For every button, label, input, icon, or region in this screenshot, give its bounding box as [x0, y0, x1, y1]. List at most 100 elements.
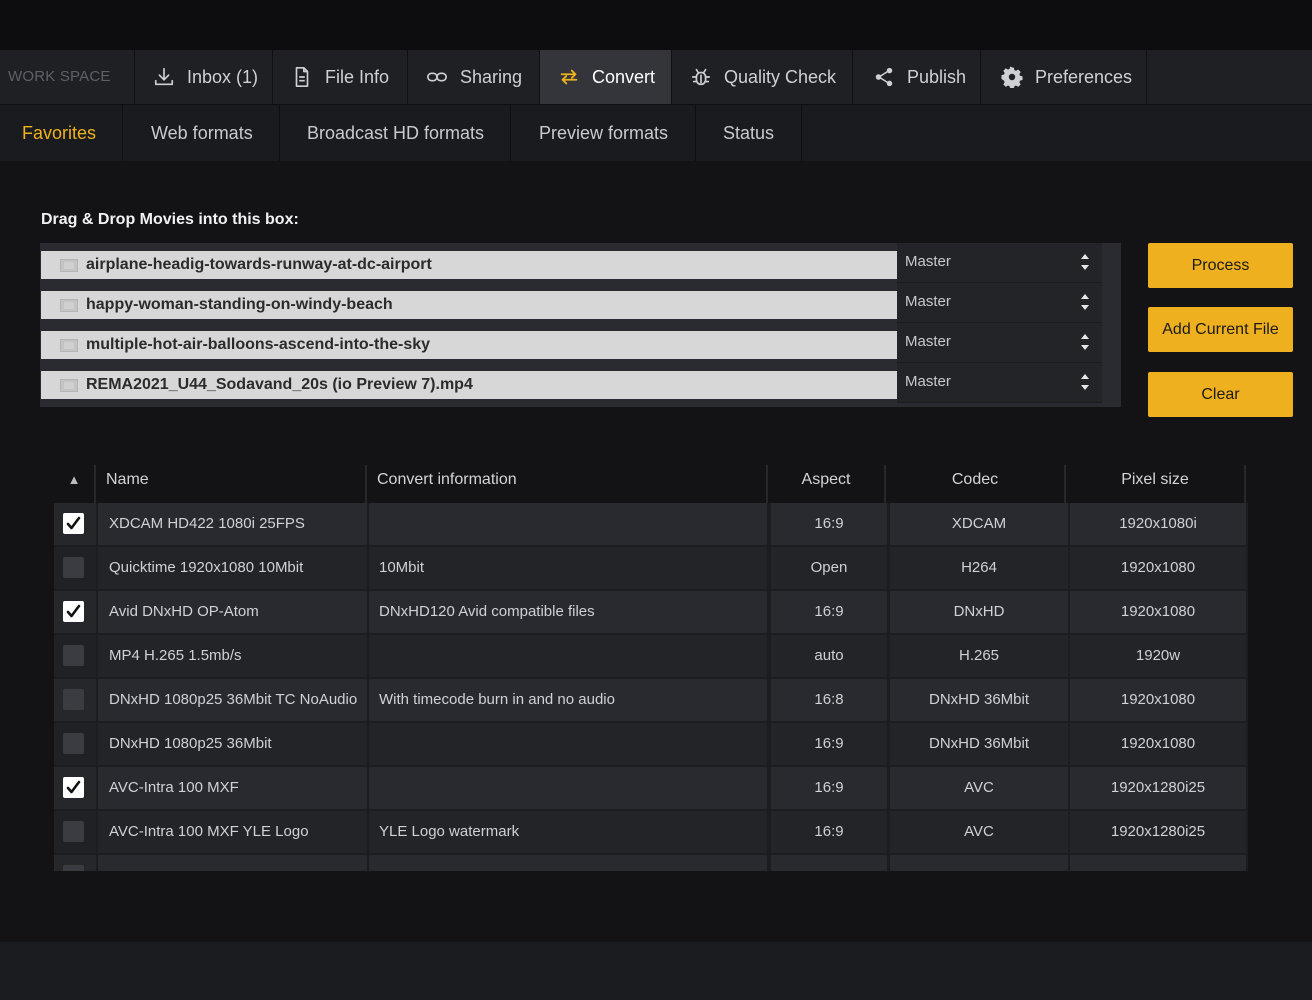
- file-row: multiple-hot-air-balloons-ascend-into-th…: [40, 323, 1102, 363]
- file-name: multiple-hot-air-balloons-ascend-into-th…: [86, 336, 431, 353]
- column-header-pixel-size[interactable]: Pixel size: [1066, 465, 1246, 503]
- table-row[interactable]: XDCAM HD422 1080i 25FPS 16:9 XDCAM 1920x108…: [54, 503, 1248, 547]
- main-nav: WORK SPACE Inbox (1) File Info Sharing C…: [0, 50, 1312, 104]
- convert-arrows-icon: [560, 69, 578, 85]
- subtab-preview-formats[interactable]: Preview formats: [511, 105, 696, 161]
- version-select[interactable]: Master: [897, 243, 1102, 283]
- process-button[interactable]: Process: [1148, 243, 1293, 288]
- cell-name: XDCAM HD422 1080i 25FPS: [98, 503, 367, 545]
- file-name-field[interactable]: REMA2021_U44_Sodavand_20s (io Preview 7)…: [41, 371, 897, 399]
- table-row[interactable]: DNxHD 1080p25 36Mbit TC NoAudio With time…: [54, 679, 1248, 723]
- table-row[interactable]: MP4 H.265 1.5mb/s auto H.265 1920w: [54, 635, 1248, 679]
- updown-arrows-icon: [1081, 254, 1089, 270]
- checkmark-icon: [66, 780, 81, 794]
- cell-convert-info: DNxHD120 Avid compatible files: [369, 591, 767, 633]
- share-icon: [875, 67, 893, 87]
- main-content: Drag & Drop Movies into this box: airpla…: [0, 161, 1312, 942]
- updown-arrows-icon: [1081, 334, 1089, 350]
- cell-codec: DNxHD 36Mbit: [890, 679, 1068, 721]
- subtab-favorites[interactable]: Favorites: [0, 105, 123, 161]
- row-checkbox[interactable]: [63, 733, 84, 754]
- file-name-field[interactable]: airplane-headig-towards-runway-at-dc-air…: [41, 251, 897, 279]
- checkbox-cell: [54, 591, 96, 633]
- cell-aspect: 16:9: [771, 767, 887, 809]
- cell-pixel-size: 1920x1280i25: [1070, 767, 1246, 809]
- file-row: REMA2021_U44_Sodavand_20s (io Preview 7)…: [40, 363, 1102, 403]
- tab-preferences[interactable]: Preferences: [981, 50, 1147, 104]
- tab-file-info[interactable]: File Info: [273, 50, 408, 104]
- cell-aspect: 16:9: [771, 811, 887, 853]
- cell-convert-info: [369, 503, 767, 545]
- sort-indicator-icon[interactable]: ▲: [54, 465, 96, 503]
- table-row[interactable]: Avid DNxHD OP-Atom DNxHD120 Avid compatib…: [54, 591, 1248, 635]
- cell-pixel-size: 1920x1080i: [1070, 503, 1246, 545]
- version-value: Master: [905, 253, 951, 270]
- file-name: airplane-headig-towards-runway-at-dc-air…: [86, 256, 432, 273]
- tab-convert[interactable]: Convert: [540, 50, 672, 104]
- workspace-label: WORK SPACE: [0, 50, 135, 104]
- column-header-codec[interactable]: Codec: [886, 465, 1066, 503]
- table-row[interactable]: AVC-Intra 100 MXF YLE Logo YLE Logo water…: [54, 811, 1248, 855]
- row-checkbox[interactable]: [63, 865, 84, 871]
- table-row[interactable]: Quicktime 1920x1080 10Mbit 10Mbit Open H264…: [54, 547, 1248, 591]
- cell-aspect: Open: [771, 547, 887, 589]
- row-checkbox[interactable]: [63, 821, 84, 842]
- cell-pixel-size: 1920x1080: [1070, 679, 1246, 721]
- version-value: Master: [905, 373, 951, 390]
- table-row[interactable]: [54, 855, 1248, 871]
- version-select[interactable]: Master: [897, 283, 1102, 323]
- cell-codec: XDCAM: [890, 503, 1068, 545]
- tab-quality-check[interactable]: Quality Check: [672, 50, 853, 104]
- file-name-field[interactable]: multiple-hot-air-balloons-ascend-into-th…: [41, 331, 897, 359]
- subtab-status[interactable]: Status: [696, 105, 802, 161]
- cell-convert-info: [369, 767, 767, 809]
- drop-zone[interactable]: airplane-headig-towards-runway-at-dc-air…: [40, 243, 1121, 407]
- file-name: happy-woman-standing-on-windy-beach: [86, 296, 393, 313]
- tab-sharing[interactable]: Sharing: [408, 50, 540, 104]
- table-row[interactable]: AVC-Intra 100 MXF 16:9 AVC 1920x1280i25: [54, 767, 1248, 811]
- row-checkbox[interactable]: [63, 557, 84, 578]
- cell-pixel-size: [1070, 855, 1246, 871]
- checkbox-cell: [54, 679, 96, 721]
- film-icon: [60, 338, 78, 352]
- file-name-field[interactable]: happy-woman-standing-on-windy-beach: [41, 291, 897, 319]
- row-checkbox[interactable]: [63, 601, 84, 622]
- cell-convert-info: With timecode burn in and no audio: [369, 679, 767, 721]
- version-select[interactable]: Master: [897, 363, 1102, 403]
- clear-button[interactable]: Clear: [1148, 372, 1293, 417]
- cell-pixel-size: 1920x1080: [1070, 547, 1246, 589]
- tab-publish-label: Publish: [907, 66, 967, 87]
- row-checkbox[interactable]: [63, 777, 84, 798]
- cell-codec: H.265: [890, 635, 1068, 677]
- bug-icon: [691, 68, 711, 86]
- row-checkbox[interactable]: [63, 513, 84, 534]
- version-value: Master: [905, 293, 951, 310]
- add-current-file-button[interactable]: Add Current File: [1148, 307, 1293, 352]
- version-select[interactable]: Master: [897, 323, 1102, 363]
- sub-nav: Favorites Web formats Broadcast HD forma…: [0, 104, 1312, 161]
- cell-aspect: 16:9: [771, 723, 887, 765]
- subtab-broadcast-hd-formats[interactable]: Broadcast HD formats: [280, 105, 511, 161]
- row-checkbox[interactable]: [63, 645, 84, 666]
- cell-name: Avid DNxHD OP-Atom: [98, 591, 367, 633]
- column-header-name[interactable]: Name: [96, 465, 367, 503]
- column-header-convert-info[interactable]: Convert information: [367, 465, 768, 503]
- column-header-aspect[interactable]: Aspect: [768, 465, 886, 503]
- row-checkbox[interactable]: [63, 689, 84, 710]
- checkmark-icon: [66, 516, 81, 530]
- preset-table: ▲ Name Convert information Aspect Codec …: [54, 465, 1248, 871]
- drop-zone-label: Drag & Drop Movies into this box:: [41, 211, 299, 228]
- subtab-web-formats[interactable]: Web formats: [123, 105, 280, 161]
- checkbox-cell: [54, 503, 96, 545]
- cell-codec: DNxHD 36Mbit: [890, 723, 1068, 765]
- footer-bar: [0, 942, 1312, 1000]
- checkbox-cell: [54, 811, 96, 853]
- cell-pixel-size: 1920x1280i25: [1070, 811, 1246, 853]
- tab-publish[interactable]: Publish: [853, 50, 981, 104]
- table-row[interactable]: DNxHD 1080p25 36Mbit 16:9 DNxHD 36Mbit 1920…: [54, 723, 1248, 767]
- version-value: Master: [905, 333, 951, 350]
- link-icon: [427, 72, 447, 82]
- tab-inbox[interactable]: Inbox (1): [135, 50, 273, 104]
- cell-aspect: 16:9: [771, 503, 887, 545]
- checkbox-cell: [54, 547, 96, 589]
